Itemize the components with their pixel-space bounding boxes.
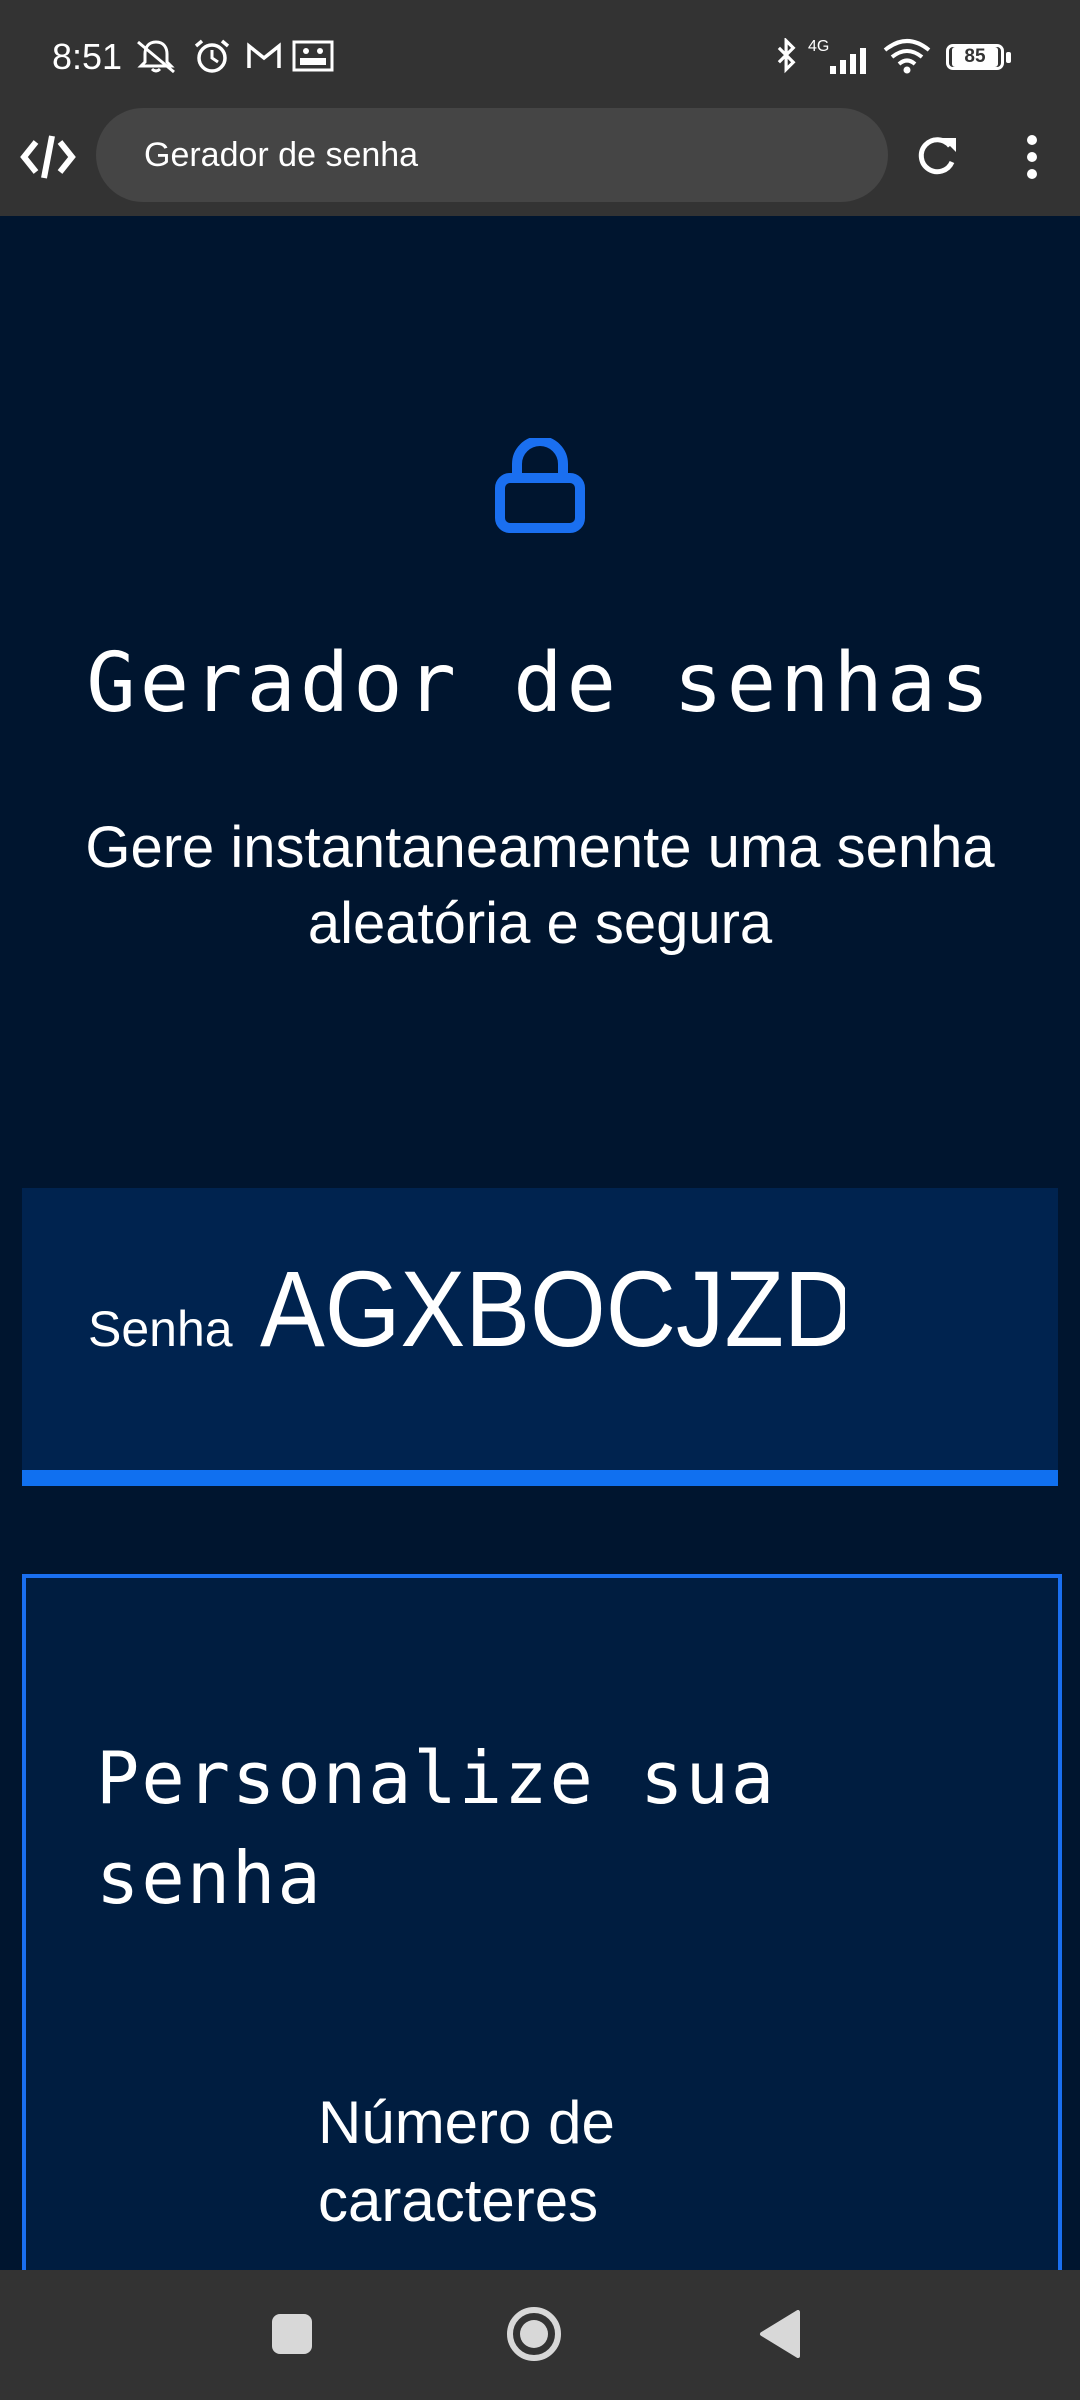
customize-panel: Personalize sua senha Número de caracter… bbox=[22, 1574, 1062, 2342]
battery-level: 85 bbox=[952, 47, 998, 67]
app-logo-icon[interactable] bbox=[20, 132, 76, 182]
system-nav-bar bbox=[0, 2270, 1080, 2400]
page-content: Gerador de senhas Gere instantaneamente … bbox=[0, 216, 1080, 2342]
page-subtitle: Gere instantaneamente uma senha aleatóri… bbox=[85, 815, 995, 956]
network-label: 4G bbox=[808, 38, 830, 55]
reload-icon[interactable] bbox=[912, 132, 962, 182]
gallery-icon bbox=[292, 40, 334, 72]
back-button[interactable] bbox=[758, 2310, 802, 2358]
screen: 8:51 4G 85 Gerador de senha Gerador de s… bbox=[0, 0, 1080, 2400]
status-bar: 8:51 4G 85 bbox=[0, 0, 1080, 108]
password-value[interactable]: AGXBOCJZDZ bbox=[260, 1246, 845, 1371]
lock-icon bbox=[495, 438, 585, 533]
gmail-icon bbox=[247, 42, 281, 68]
password-label: Senha bbox=[88, 1301, 233, 1357]
browser-toolbar: Gerador de senha bbox=[0, 108, 1080, 216]
char-count-label: Número de caracteres bbox=[318, 2089, 615, 2234]
bluetooth-icon bbox=[777, 38, 796, 74]
battery-icon: 85 bbox=[946, 44, 1012, 74]
password-display[interactable]: Senha AGXBOCJZDZ bbox=[22, 1188, 1058, 1486]
address-bar-text: Gerador de senha bbox=[144, 136, 419, 174]
more-menu-icon[interactable] bbox=[1016, 132, 1048, 182]
status-time: 8:51 bbox=[52, 36, 123, 77]
wifi-icon bbox=[883, 39, 931, 74]
customize-title: Personalize sua senha bbox=[96, 1736, 777, 1920]
page-title: Gerador de senhas bbox=[86, 636, 994, 731]
address-bar[interactable]: Gerador de senha bbox=[96, 108, 888, 202]
recents-button[interactable] bbox=[270, 2312, 314, 2356]
signal-4g-icon: 4G bbox=[808, 38, 878, 78]
home-button[interactable] bbox=[506, 2306, 562, 2362]
alarm-icon bbox=[194, 39, 230, 73]
mute-icon bbox=[137, 40, 175, 74]
